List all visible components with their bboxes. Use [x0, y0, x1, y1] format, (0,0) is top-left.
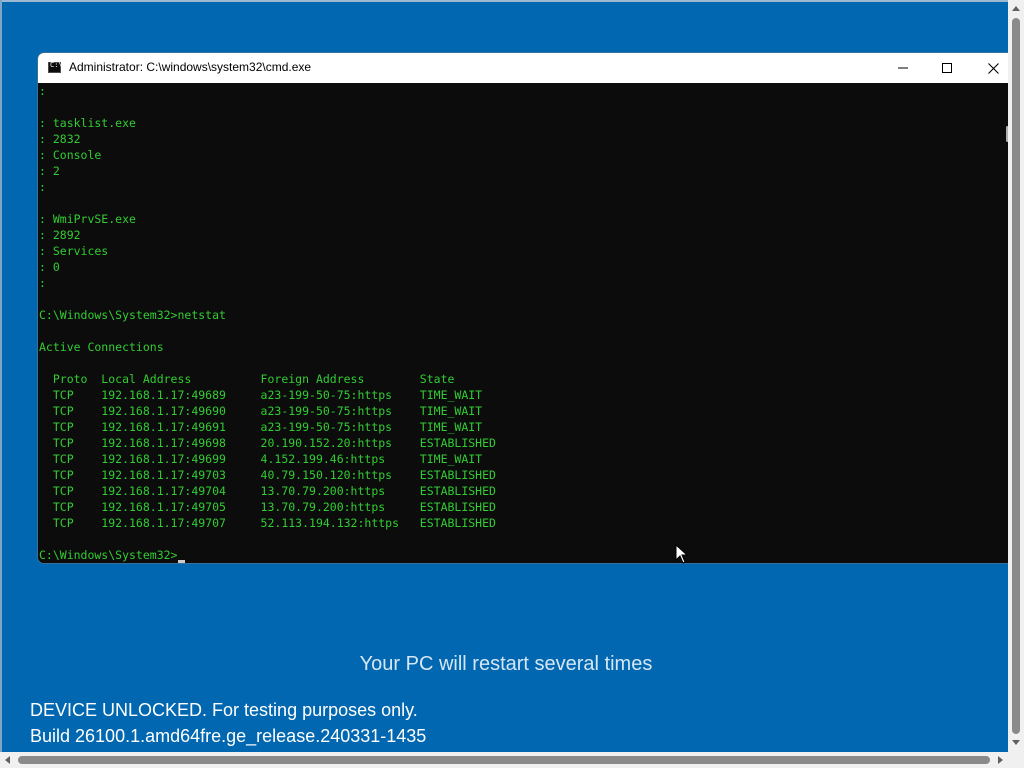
console-line: TCP 192.168.1.17:49707 52.113.194.132:ht… — [39, 516, 496, 530]
console-line: TCP 192.168.1.17:49699 4.152.199.46:http… — [39, 452, 483, 466]
console-line: : 2892 — [39, 228, 81, 242]
scroll-right-arrow-icon[interactable] — [998, 756, 1003, 764]
watermark-device-unlocked: DEVICE UNLOCKED. For testing purposes on… — [30, 700, 418, 720]
minimize-icon — [898, 67, 908, 69]
scroll-up-arrow-icon[interactable] — [1012, 6, 1020, 11]
console-line: : WmiPrvSE.exe — [39, 212, 136, 226]
close-icon — [987, 62, 999, 74]
console-line: TCP 192.168.1.17:49698 20.190.152.20:htt… — [39, 436, 496, 450]
horizontal-scroll-thumb[interactable] — [18, 756, 990, 764]
console-line: TCP 192.168.1.17:49690 a23-199-50-75:htt… — [39, 404, 483, 418]
console-text: :: tasklist.exe: 2832: Console: 2:: WmiP… — [39, 83, 496, 563]
console-line: TCP 192.168.1.17:49691 a23-199-50-75:htt… — [39, 420, 483, 434]
console-line: : — [39, 276, 46, 290]
cmd-icon: C:\ — [48, 61, 63, 73]
console-line: TCP 192.168.1.17:49689 a23-199-50-75:htt… — [39, 388, 483, 402]
window-title: Administrator: C:\windows\system32\cmd.e… — [69, 60, 312, 74]
vertical-scroll-thumb[interactable] — [1012, 18, 1020, 734]
text-cursor — [178, 560, 186, 563]
console-line: : 0 — [39, 260, 60, 274]
console-line: : — [39, 180, 46, 194]
console-line: : 2 — [39, 164, 60, 178]
console-line: Active Connections — [39, 340, 164, 354]
viewer-vertical-scrollbar[interactable] — [1008, 0, 1024, 752]
console-line: : 2832 — [39, 132, 81, 146]
restart-message: Your PC will restart several times — [359, 653, 653, 675]
cmd-icon-glyph: C:\ — [50, 61, 63, 69]
console-line: C:\Windows\System32>netstat — [39, 308, 226, 322]
console-line: TCP 192.168.1.17:49705 13.70.79.200:http… — [39, 500, 496, 514]
minimize-button[interactable] — [880, 53, 926, 83]
mouse-pointer-icon — [675, 544, 689, 564]
console-line: : — [39, 84, 46, 98]
setup-background: C:\ Administrator: C:\windows\system32\c… — [0, 0, 1024, 768]
viewer-horizontal-scrollbar[interactable] — [0, 752, 1008, 768]
maximize-icon — [942, 63, 952, 73]
console-line: Proto Local Address Foreign Address Stat… — [39, 372, 455, 386]
scroll-left-arrow-icon[interactable] — [5, 756, 10, 764]
watermark-build: Build 26100.1.amd64fre.ge_release.240331… — [30, 726, 427, 746]
console-prompt: C:\Windows\System32> — [39, 548, 178, 562]
title-bar[interactable]: C:\ Administrator: C:\windows\system32\c… — [38, 53, 1016, 83]
scrollbar-corner — [1008, 752, 1024, 768]
console-line: TCP 192.168.1.17:49704 13.70.79.200:http… — [39, 484, 496, 498]
console-line: : Console — [39, 148, 102, 162]
console-line: TCP 192.168.1.17:49703 40.79.150.120:htt… — [39, 468, 496, 482]
scroll-down-arrow-icon[interactable] — [1012, 740, 1020, 745]
viewer-top-border — [0, 0, 1024, 2]
console-output[interactable]: :: tasklist.exe: 2832: Console: 2:: WmiP… — [38, 83, 999, 563]
console-prompt-line: C:\Windows\System32> — [39, 547, 496, 563]
console-line: : Services — [39, 244, 109, 258]
console-line: : tasklist.exe — [39, 116, 136, 130]
cmd-window[interactable]: C:\ Administrator: C:\windows\system32\c… — [38, 53, 1016, 563]
maximize-button[interactable] — [924, 53, 970, 83]
